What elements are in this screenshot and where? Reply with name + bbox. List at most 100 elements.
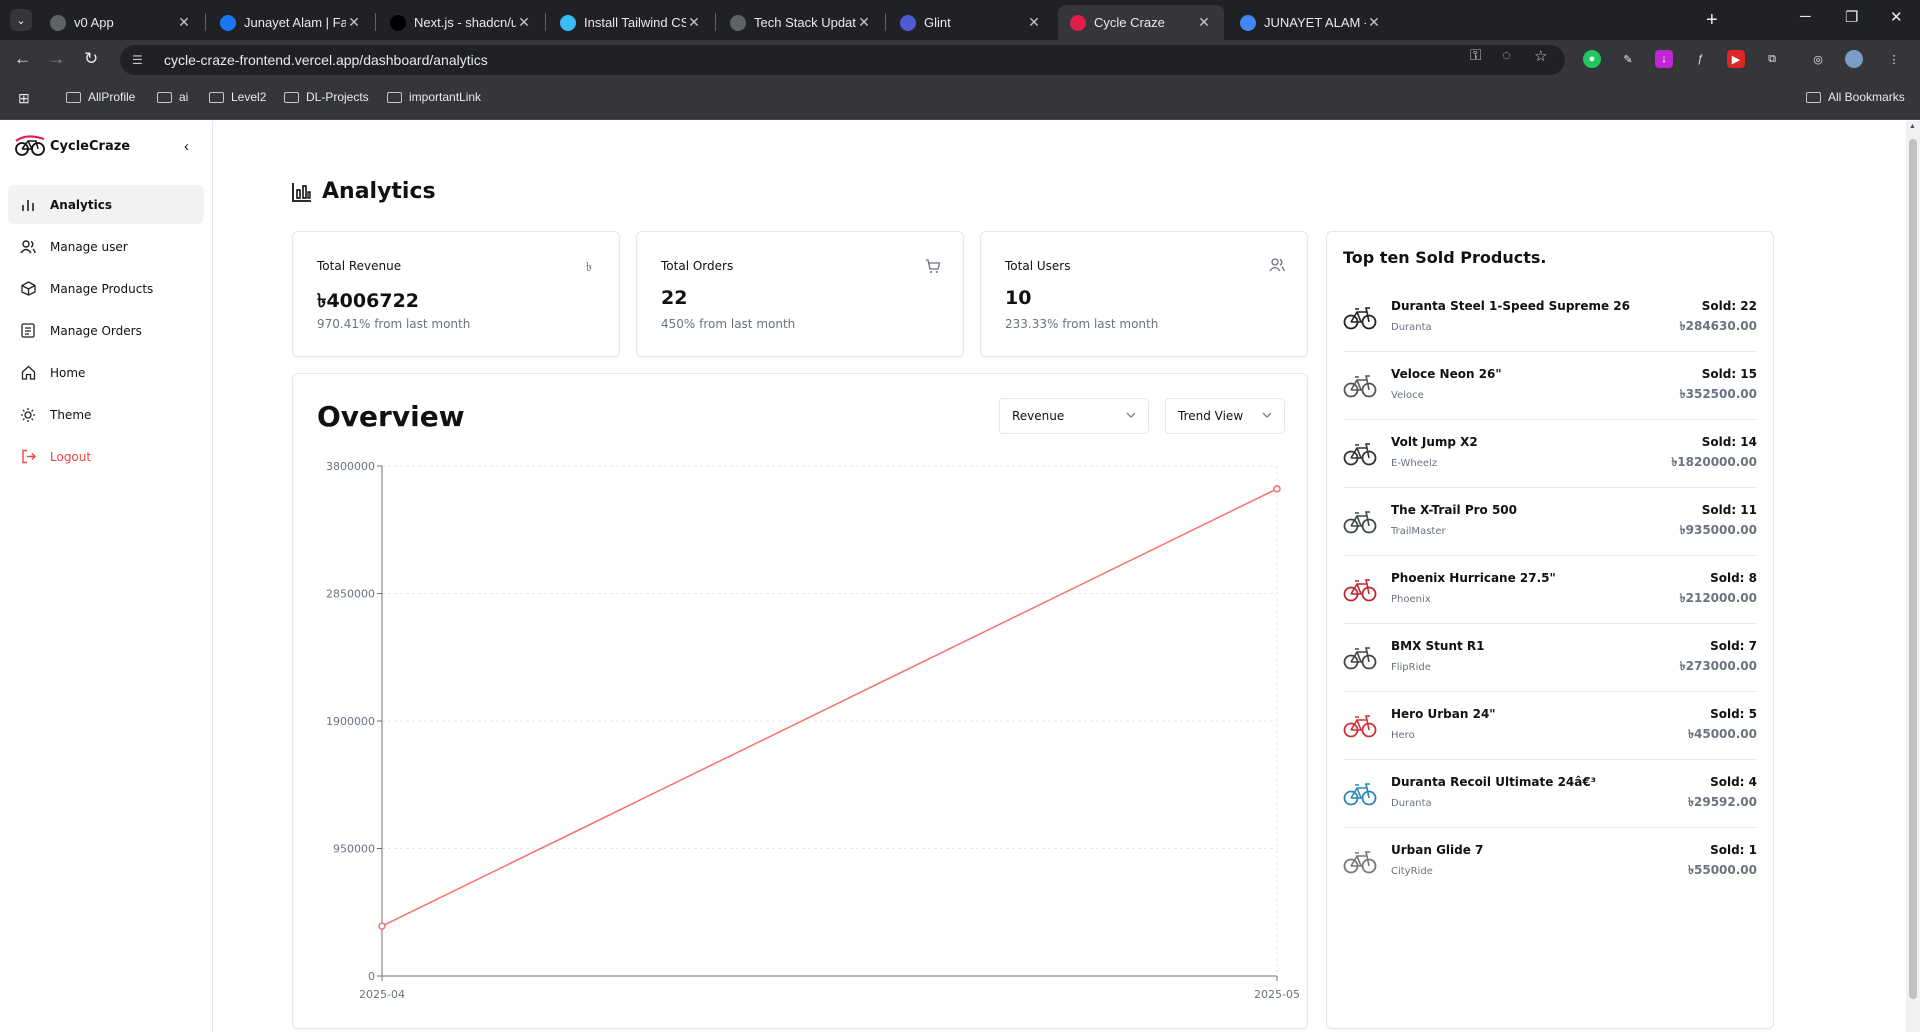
bookmark-folder-level2[interactable]: Level2 [209, 90, 266, 104]
close-window-button[interactable]: ✕ [1890, 8, 1903, 26]
product-revenue: ৳212000.00 [1679, 591, 1757, 605]
top-product-item[interactable]: BMX Stunt R1 FlipRide Sold: 7 ৳273000.00 [1343, 624, 1757, 692]
product-revenue: ৳45000.00 [1688, 727, 1757, 741]
product-name: Phoenix Hurricane 27.5" [1391, 571, 1556, 585]
stat-delta: 233.33% from last month [1005, 317, 1159, 331]
product-sold-count: Sold: 14 [1701, 435, 1757, 449]
browser-tab[interactable]: Tech Stack Update ✕ [718, 5, 884, 40]
top-product-item[interactable]: The X-Trail Pro 500 TrailMaster Sold: 11 ৳9… [1343, 488, 1757, 556]
bookmarks-bar: ⊞ AllProfile ai Level2 DL-Projects impor… [0, 80, 1920, 120]
bookmark-folder-allprofile[interactable]: AllProfile [66, 90, 135, 104]
tab-close-icon[interactable]: ✕ [1026, 14, 1042, 31]
product-sold-count: Sold: 8 [1710, 571, 1757, 585]
site-info-icon[interactable]: ☰ [132, 53, 150, 67]
reload-button[interactable]: ↻ [84, 49, 98, 69]
top-product-item[interactable]: Duranta Steel 1-Speed Supreme 26 Duranta S… [1343, 284, 1757, 352]
password-key-icon[interactable]: ⚿ [1470, 47, 1481, 64]
bookmark-star-icon[interactable]: ☆ [1534, 47, 1547, 65]
folder-icon [66, 91, 81, 103]
tab-close-icon[interactable]: ✕ [516, 14, 532, 31]
tab-search-button[interactable]: ⌄ [10, 9, 32, 31]
top-product-item[interactable]: Volt Jump X2 E-Wheelz Sold: 14 ৳1820000.00 [1343, 420, 1757, 488]
profile-avatar-icon[interactable] [1845, 50, 1863, 68]
browser-tab[interactable]: Next.js - shadcn/ui ✕ [378, 5, 544, 40]
x-tick-label: 2025-05 [1254, 988, 1300, 1001]
page-scrollbar[interactable]: ▲ [1906, 121, 1920, 1032]
collapse-sidebar-chevron-icon[interactable]: ‹ [184, 138, 189, 155]
all-bookmarks-folder[interactable]: All Bookmarks [1806, 90, 1905, 104]
product-name: Duranta Steel 1-Speed Supreme 26 [1391, 299, 1630, 313]
top-product-item[interactable]: Duranta Recoil Ultimate 24â€³ Duranta Sold… [1343, 760, 1757, 828]
y-tick-label: 950000 [333, 843, 375, 856]
formula-extension-icon[interactable]: ƒ [1691, 50, 1709, 68]
revenue-data-point [378, 922, 386, 930]
sidebar-item-theme[interactable]: Theme [8, 395, 204, 434]
browser-tab[interactable]: Junayet Alam | Facebook✕ [208, 5, 374, 40]
browser-menu-icon[interactable]: ⋮ [1885, 50, 1903, 68]
y-tick-label: 3800000 [326, 460, 375, 473]
product-thumbnail-bicycle-icon [1343, 647, 1377, 670]
stat-card-total-revenue: Total Revenue ৳ ৳4006722 970.41% from la… [292, 231, 620, 357]
tab-close-icon[interactable]: ✕ [1366, 14, 1382, 31]
download-extension-icon[interactable]: ↓ [1655, 50, 1673, 68]
scroll-thumb[interactable] [1909, 139, 1917, 999]
product-sold-count: Sold: 7 [1710, 639, 1757, 653]
browser-tab[interactable]: Glint ✕ [888, 5, 1054, 40]
bookmark-folder-ai[interactable]: ai [157, 90, 188, 104]
product-name: Veloce Neon 26" [1391, 367, 1502, 381]
back-button[interactable]: ← [14, 49, 31, 69]
tab-close-icon[interactable]: ✕ [856, 14, 872, 31]
stat-card-total-users: Total Users 10 233.33% from last month [980, 231, 1308, 357]
sidebar-item-manage-products[interactable]: Manage Products [8, 269, 204, 308]
browser-tab[interactable]: JUNAYET ALAM - Google✕ [1228, 5, 1394, 40]
sidebar-item-analytics[interactable]: Analytics [8, 185, 204, 224]
apps-grid-icon[interactable]: ⊞ [18, 90, 30, 107]
eyedropper-icon[interactable]: ✎ [1619, 50, 1637, 68]
top-product-item[interactable]: Veloce Neon 26" Veloce Sold: 15 ৳352500.00 [1343, 352, 1757, 420]
tab-close-icon[interactable]: ✕ [1196, 14, 1212, 31]
bookmark-folder-dl-projects[interactable]: DL-Projects [284, 90, 369, 104]
browser-tab[interactable]: v0 App ✕ [38, 5, 204, 40]
product-thumbnail-bicycle-icon [1343, 851, 1377, 874]
top-product-item[interactable]: Urban Glide 7 CityRide Sold: 1 ৳55000.00 [1343, 828, 1757, 896]
new-tab-button[interactable]: + [1706, 9, 1718, 32]
address-bar[interactable]: ☰ cycle-craze-frontend.vercel.app/dashbo… [120, 45, 1565, 75]
page-title-text: Analytics [322, 179, 436, 204]
tab-close-icon[interactable]: ✕ [686, 14, 702, 31]
tab-separator [205, 13, 206, 31]
top-product-item[interactable]: Hero Urban 24" Hero Sold: 5 ৳45000.00 [1343, 692, 1757, 760]
extension-green-icon[interactable]: ● [1583, 50, 1601, 68]
sidebar-item-label: Analytics [50, 197, 112, 212]
tab-close-icon[interactable]: ✕ [346, 14, 362, 31]
product-thumbnail-bicycle-icon [1343, 715, 1377, 738]
users-icon [20, 239, 36, 255]
eye-off-icon[interactable]: ◌ [1502, 47, 1511, 64]
sidebar-item-manage-orders[interactable]: Manage Orders [8, 311, 204, 350]
scroll-up-arrow-icon[interactable]: ▲ [1909, 123, 1916, 130]
minimize-button[interactable]: ─ [1800, 8, 1811, 25]
product-revenue: ৳29592.00 [1688, 795, 1757, 809]
video-extension-icon[interactable]: ▶ [1727, 50, 1745, 68]
performance-icon[interactable]: ◎ [1809, 50, 1827, 68]
sidebar-item-manage-user[interactable]: Manage user [8, 227, 204, 266]
brand[interactable]: CycleCraze [14, 135, 130, 157]
product-revenue: ৳352500.00 [1679, 387, 1757, 401]
url-text[interactable]: cycle-craze-frontend.vercel.app/dashboar… [164, 52, 488, 68]
top-products-title: Top ten Sold Products. [1343, 248, 1547, 267]
sidebar-item-home[interactable]: Home [8, 353, 204, 392]
browser-tab[interactable]: Cycle Craze ✕ [1058, 5, 1224, 40]
sidebar-item-logout[interactable]: Logout [8, 437, 204, 476]
top-product-item[interactable]: Phoenix Hurricane 27.5" Phoenix Sold: 8 ৳21… [1343, 556, 1757, 624]
tab-close-icon[interactable]: ✕ [176, 14, 192, 31]
forward-button[interactable]: → [48, 49, 65, 69]
product-thumbnail-bicycle-icon [1343, 579, 1377, 602]
bookmark-folder-importantlink[interactable]: importantLink [387, 90, 481, 104]
product-name: Hero Urban 24" [1391, 707, 1496, 721]
brand-name: CycleCraze [50, 138, 131, 154]
restore-button[interactable]: ❐ [1845, 8, 1858, 26]
extensions-puzzle-icon[interactable]: ⧉ [1763, 50, 1781, 68]
browser-tab[interactable]: Install Tailwind CSS with N✕ [548, 5, 714, 40]
tab-title: Next.js - shadcn/ui [414, 15, 516, 30]
sidebar-item-label: Manage user [50, 239, 128, 254]
taka-icon: ৳ [585, 259, 593, 274]
